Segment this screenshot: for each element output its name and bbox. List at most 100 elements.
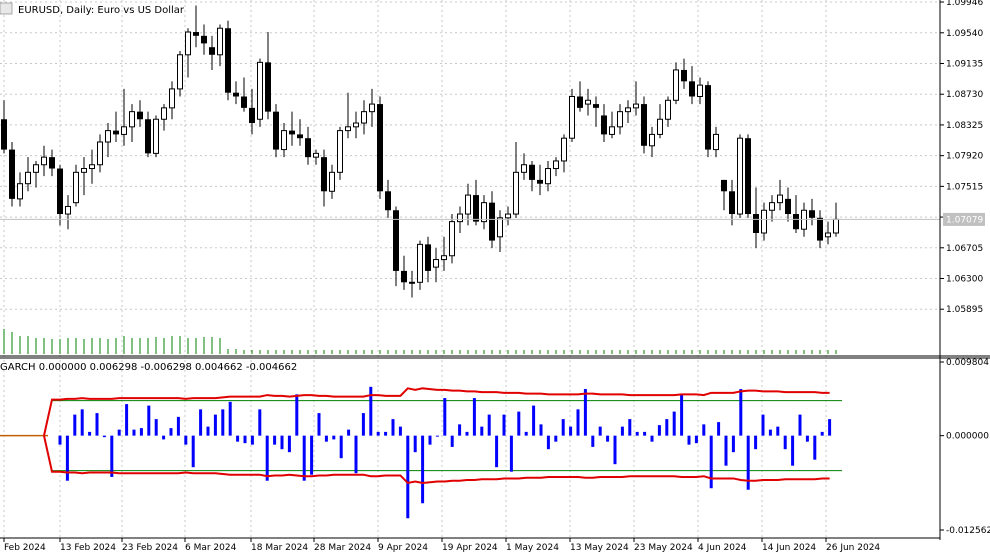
candle-body-bull bbox=[257, 61, 263, 120]
candle-body-bull bbox=[553, 160, 559, 170]
candle-body-bull bbox=[769, 202, 775, 211]
garch-histogram-bar bbox=[273, 435, 277, 445]
garch-histogram-bar bbox=[620, 426, 624, 436]
garch-histogram-bar bbox=[169, 428, 173, 436]
candle-body-bull bbox=[737, 137, 743, 215]
time-tick-label: 28 Mar 2024 bbox=[314, 543, 371, 553]
candle-body-bear bbox=[9, 149, 15, 199]
candle-body-bull bbox=[585, 99, 591, 105]
candle-body-bull bbox=[409, 281, 415, 284]
candle-body-bear bbox=[721, 179, 727, 192]
garch-histogram-bar bbox=[487, 414, 491, 436]
candle-body-bull bbox=[313, 152, 319, 158]
candle-body-bull bbox=[657, 118, 663, 135]
garch-histogram-bar bbox=[583, 389, 587, 436]
time-tick-label: 13 Feb 2024 bbox=[60, 543, 116, 553]
garch-histogram-bar bbox=[643, 431, 647, 436]
candle-body-bull bbox=[345, 126, 351, 132]
garch-histogram-bar bbox=[73, 414, 77, 436]
candle-body-bull bbox=[625, 107, 631, 113]
price-axis: 1.09946 1.09540 1.09135 1.08730 1.08325 1.079… bbox=[0, 0, 990, 540]
garch-histogram-bar bbox=[517, 411, 521, 436]
candle-body-bull bbox=[337, 130, 343, 173]
garch-histogram-bar bbox=[554, 435, 558, 442]
candle-body-bull bbox=[25, 171, 31, 185]
candle-body-bull bbox=[457, 213, 463, 223]
price-tick-label: 1.08730 bbox=[946, 90, 983, 100]
candle-body-bull bbox=[433, 259, 439, 268]
candle-body-bear bbox=[425, 244, 431, 271]
garch-histogram-bar bbox=[561, 419, 565, 436]
garch-histogram-bar bbox=[406, 435, 410, 519]
garch-histogram-bar bbox=[384, 431, 388, 436]
candle-body-bull bbox=[617, 111, 623, 128]
candle-body-bear bbox=[265, 62, 271, 112]
garch-histogram-bar bbox=[532, 405, 536, 436]
garch-histogram-bar bbox=[635, 431, 639, 436]
garch-histogram-bar bbox=[709, 435, 713, 489]
time-tick-label: 9 Apr 2024 bbox=[378, 543, 428, 553]
candle-body-bull bbox=[417, 243, 423, 283]
candle-body-bear bbox=[201, 35, 207, 44]
garch-histogram-bar bbox=[717, 422, 721, 436]
candle-body-bear bbox=[57, 168, 63, 215]
garch-histogram-bar bbox=[265, 435, 269, 481]
candle-body-bull bbox=[121, 126, 127, 135]
garch-upper-band bbox=[43, 387, 830, 436]
candle-body-bear bbox=[377, 104, 383, 192]
garch-histogram-bar bbox=[258, 409, 262, 436]
price-tick-label: 1.07515 bbox=[946, 182, 983, 192]
candle-body-bear bbox=[305, 138, 311, 158]
volume-bars bbox=[3, 329, 837, 354]
garch-histogram-bar bbox=[295, 394, 299, 436]
candle-body-bear bbox=[729, 191, 735, 215]
candle-body-bear bbox=[689, 81, 695, 97]
garch-histogram-bar bbox=[132, 429, 136, 436]
candle-body-bear bbox=[49, 157, 55, 169]
garch-histogram-bar bbox=[243, 435, 247, 444]
price-tick-label: 1.06705 bbox=[946, 244, 983, 254]
garch-histogram-bar bbox=[191, 435, 195, 468]
candle-body-bull bbox=[217, 27, 223, 56]
candle-body-bull bbox=[673, 69, 679, 101]
garch-histogram-bar bbox=[125, 404, 129, 436]
time-axis: Feb 2024 13 Feb 2024 23 Feb 2024 6 Mar 2024… bbox=[3, 538, 880, 553]
garch-histogram-bar bbox=[509, 435, 513, 472]
price-tick-label: 1.09540 bbox=[946, 29, 983, 39]
time-tick-label: 1 May 2024 bbox=[506, 543, 559, 553]
candle-body-bull bbox=[569, 95, 575, 139]
garch-histogram-bar bbox=[450, 435, 454, 447]
candle-body-bear bbox=[145, 119, 151, 154]
garch-histogram-bar bbox=[465, 431, 469, 436]
garch-histogram-bar bbox=[361, 413, 365, 436]
garch-histogram-bar bbox=[495, 435, 499, 468]
chart-canvas[interactable]: 1.09946 1.09540 1.09135 1.08730 1.08325 1.079… bbox=[0, 0, 990, 556]
candle-body-bull bbox=[833, 218, 839, 234]
candle-body-bull bbox=[545, 168, 551, 185]
garch-histogram-bar bbox=[813, 435, 817, 460]
candle-body-bull bbox=[521, 164, 527, 173]
candle-body-bear bbox=[273, 111, 279, 150]
indicator-tick-label: 0.009804 bbox=[946, 358, 989, 368]
garch-histogram-bar bbox=[376, 431, 380, 436]
candle-body-bear bbox=[785, 198, 791, 215]
chart-window: 1.09946 1.09540 1.09135 1.08730 1.08325 1.079… bbox=[0, 0, 990, 556]
candle-body-bull bbox=[697, 84, 703, 97]
candle-body-bear bbox=[601, 115, 607, 135]
candle-body-bear bbox=[137, 111, 143, 120]
garch-histogram-bar bbox=[731, 435, 735, 453]
candle-body-bull bbox=[497, 217, 503, 238]
candle-body-bear bbox=[225, 28, 231, 93]
garch-histogram-bar bbox=[339, 435, 343, 459]
garch-histogram-bar bbox=[776, 426, 780, 436]
garch-histogram-bar bbox=[546, 435, 550, 450]
candle-body-bear bbox=[233, 92, 239, 97]
candle-body-bear bbox=[793, 214, 799, 230]
garch-histogram-bar bbox=[472, 398, 476, 436]
garch-histogram-bar bbox=[524, 431, 528, 436]
garch-histogram-bar bbox=[480, 426, 484, 436]
garch-histogram-bar bbox=[236, 435, 240, 442]
garch-histogram-bar bbox=[768, 429, 772, 436]
garch-histogram-bar bbox=[598, 426, 602, 436]
candle-body-bear bbox=[385, 191, 391, 211]
